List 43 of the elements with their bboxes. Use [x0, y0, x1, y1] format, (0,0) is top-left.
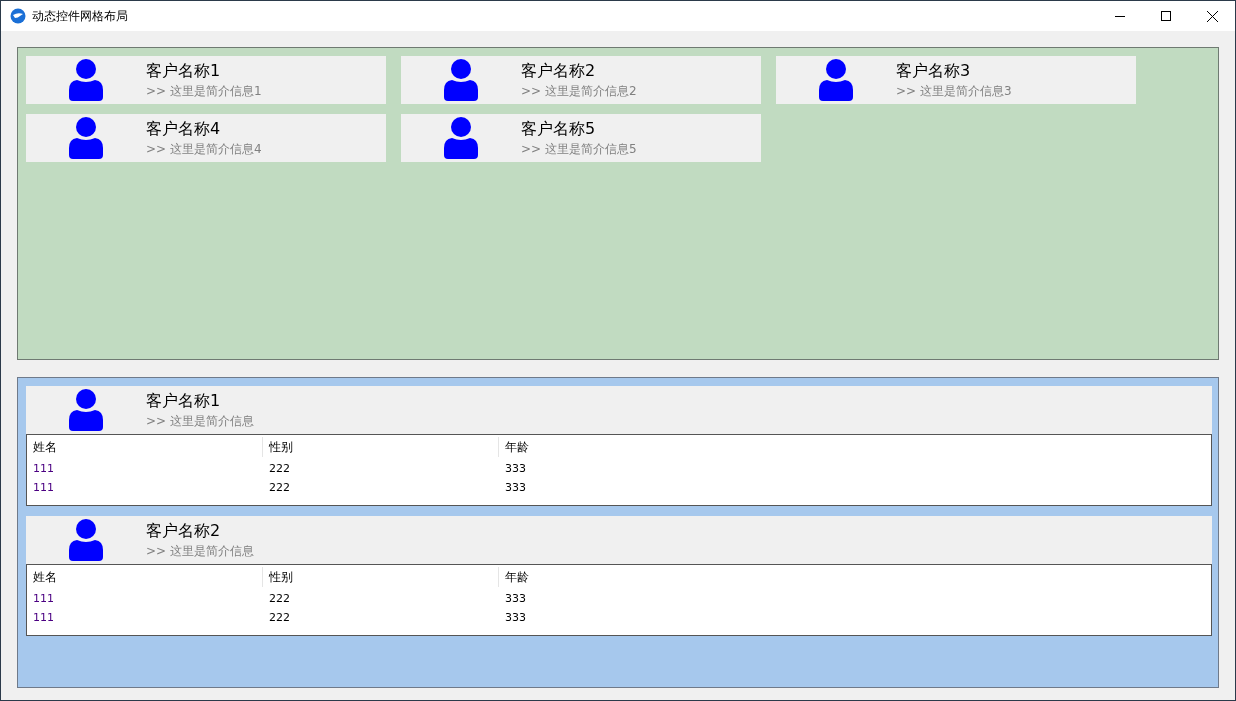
person-icon	[444, 117, 478, 159]
customer-name: 客户名称3	[896, 61, 972, 81]
table-cell-text: 222	[268, 480, 291, 496]
person-icon	[69, 59, 103, 101]
customer-intro: >> 这里是简介信息5	[521, 141, 637, 157]
customer-name: 客户名称2	[146, 521, 222, 541]
table-cell-text: 111	[32, 480, 55, 496]
person-icon	[69, 117, 103, 159]
table-cell-text: 111	[32, 591, 55, 607]
customer-intro: >> 这里是简介信息	[146, 413, 254, 429]
customer-intro: >> 这里是简介信息	[146, 543, 254, 559]
customer-intro: >> 这里是简介信息3	[896, 83, 1012, 99]
table-cell-text: 333	[504, 591, 527, 607]
person-icon	[69, 389, 103, 431]
customer-name: 客户名称2	[521, 61, 597, 81]
table-cell-text: 111	[32, 610, 55, 626]
customer-name: 客户名称4	[146, 119, 222, 139]
person-icon	[69, 519, 103, 561]
person-icon	[444, 59, 478, 101]
customer-name: 客户名称1	[146, 61, 222, 81]
person-icon	[819, 59, 853, 101]
column-header: 性别	[263, 437, 499, 457]
window-title: 动态控件网格布局	[32, 7, 128, 25]
app-icon	[10, 8, 26, 24]
table-cell-text: 222	[268, 461, 291, 477]
close-icon	[1206, 10, 1218, 22]
table-cell-text: 333	[504, 480, 527, 496]
column-header: 性别	[263, 567, 499, 587]
customer-intro: >> 这里是简介信息2	[521, 83, 637, 99]
customer-intro: >> 这里是简介信息4	[146, 141, 262, 157]
column-header: 姓名	[27, 567, 263, 587]
table-cell-text: 222	[268, 591, 291, 607]
column-header: 年龄	[504, 439, 530, 456]
customer-name: 客户名称1	[146, 391, 222, 411]
column-header: 姓名	[27, 437, 263, 457]
customer-name: 客户名称5	[521, 119, 597, 139]
table-cell-text: 111	[32, 461, 55, 477]
table-cell-text: 222	[268, 610, 291, 626]
column-header: 年龄	[504, 569, 530, 586]
maximize-icon	[1161, 11, 1171, 21]
table-cell-text: 333	[504, 461, 527, 477]
table-cell-text: 333	[504, 610, 527, 626]
customer-intro: >> 这里是简介信息1	[146, 83, 262, 99]
